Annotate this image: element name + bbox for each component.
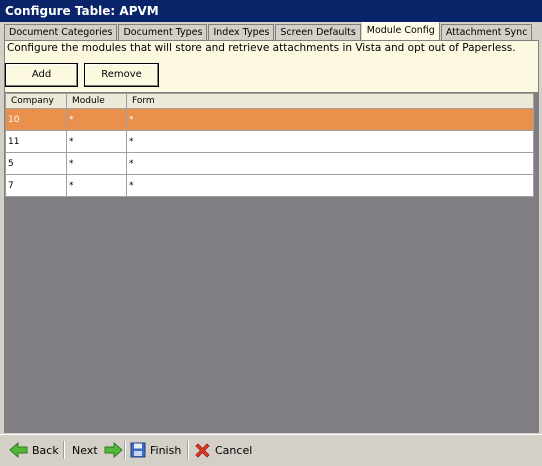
cell-form[interactable]: * bbox=[126, 130, 534, 153]
column-header-company[interactable]: Company bbox=[5, 93, 67, 109]
module-config-panel: Configure the modules that will store an… bbox=[4, 40, 539, 433]
column-header-module[interactable]: Module bbox=[66, 93, 127, 109]
cell-company[interactable]: 11 bbox=[5, 130, 67, 153]
back-button[interactable]: Back bbox=[9, 439, 59, 461]
footer-separator bbox=[124, 441, 126, 459]
footer-separator bbox=[187, 441, 189, 459]
finish-label: Finish bbox=[150, 443, 182, 457]
cell-form[interactable]: * bbox=[126, 152, 534, 175]
cancel-button[interactable]: Cancel bbox=[194, 439, 252, 461]
column-header-form[interactable]: Form bbox=[126, 93, 534, 109]
tab-index-types[interactable]: Index Types bbox=[208, 24, 275, 40]
next-label: Next bbox=[72, 443, 98, 457]
add-button[interactable]: Add bbox=[5, 63, 78, 87]
tab-module-config[interactable]: Module Config bbox=[361, 22, 440, 40]
tab-strip: Document Categories Document Types Index… bbox=[4, 22, 533, 40]
tab-document-categories[interactable]: Document Categories bbox=[4, 24, 118, 40]
tab-screen-defaults[interactable]: Screen Defaults bbox=[275, 24, 361, 40]
arrow-right-icon bbox=[103, 442, 123, 458]
table-row[interactable]: 10 * * bbox=[5, 108, 534, 131]
module-grid: Company Module Form 10 * * 11 * * 5 * * … bbox=[5, 92, 538, 433]
cell-company[interactable]: 10 bbox=[5, 108, 67, 131]
module-table: Company Module Form 10 * * 11 * * 5 * * … bbox=[5, 93, 534, 197]
cell-company[interactable]: 5 bbox=[5, 152, 67, 175]
table-row[interactable]: 11 * * bbox=[5, 130, 534, 153]
cancel-x-icon bbox=[194, 442, 211, 459]
table-row[interactable]: 7 * * bbox=[5, 174, 534, 197]
cell-form[interactable]: * bbox=[126, 174, 534, 197]
arrow-left-icon bbox=[9, 442, 29, 458]
finish-button[interactable]: Finish bbox=[130, 439, 181, 461]
next-button[interactable]: Next bbox=[72, 439, 123, 461]
cell-module[interactable]: * bbox=[66, 130, 127, 153]
floppy-disk-icon bbox=[130, 442, 146, 458]
remove-button[interactable]: Remove bbox=[84, 63, 159, 87]
tab-document-types[interactable]: Document Types bbox=[118, 24, 208, 40]
window-title: Configure Table: APVM bbox=[0, 0, 542, 22]
cell-form[interactable]: * bbox=[126, 108, 534, 131]
wizard-footer: Back Next Finish Cancel bbox=[0, 434, 542, 466]
panel-description: Configure the modules that will store an… bbox=[7, 42, 516, 54]
cell-company[interactable]: 7 bbox=[5, 174, 67, 197]
table-row[interactable]: 5 * * bbox=[5, 152, 534, 175]
table-header-row: Company Module Form bbox=[5, 93, 534, 109]
tab-attachment-sync[interactable]: Attachment Sync bbox=[440, 24, 533, 40]
back-label: Back bbox=[32, 443, 59, 457]
cell-module[interactable]: * bbox=[66, 152, 127, 175]
footer-separator bbox=[63, 441, 65, 459]
cancel-label: Cancel bbox=[215, 443, 253, 457]
cell-module[interactable]: * bbox=[66, 174, 127, 197]
cell-module[interactable]: * bbox=[66, 108, 127, 131]
